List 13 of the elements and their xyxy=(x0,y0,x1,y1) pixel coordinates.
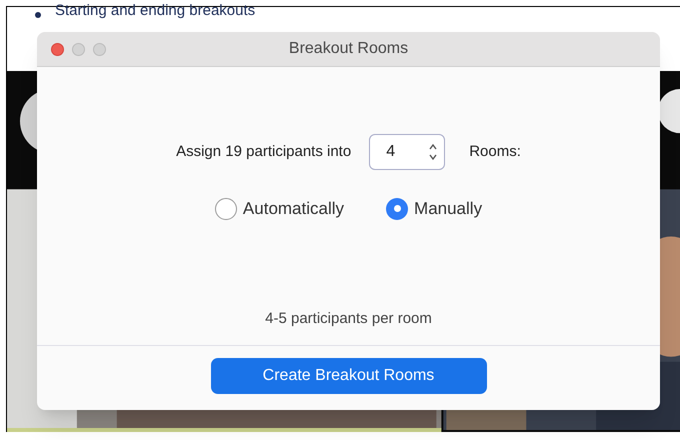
radio-option[interactable]: Automatically xyxy=(214,196,344,222)
room-count-stepper[interactable]: 4 xyxy=(369,134,446,170)
stepper-icon[interactable] xyxy=(428,142,438,162)
summary-text: 4-5 participants per room xyxy=(265,308,432,328)
assign-label: Assign 19 participants into xyxy=(176,142,352,162)
window-title: Breakout Rooms xyxy=(288,39,408,59)
close-icon[interactable] xyxy=(51,43,64,56)
rooms-label: Rooms: xyxy=(469,142,521,162)
create-breakout-rooms-button[interactable]: Create Breakout Rooms xyxy=(210,358,486,394)
bullet-text: Starting and ending breakouts xyxy=(55,3,256,18)
radio-button[interactable] xyxy=(214,198,237,220)
radio-option[interactable]: Manually xyxy=(386,196,482,222)
radio-button[interactable] xyxy=(386,198,408,220)
